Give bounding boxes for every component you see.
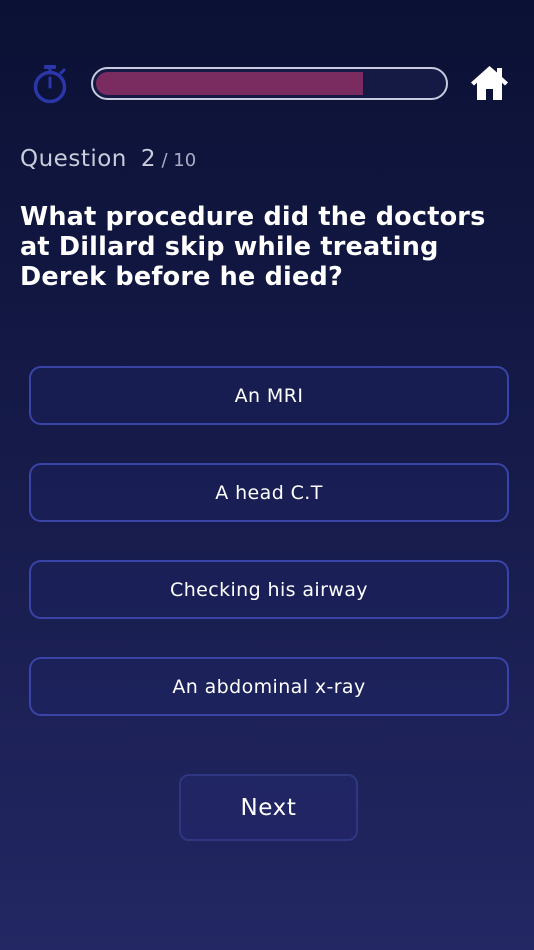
- question-label: Question: [20, 146, 127, 172]
- next-button[interactable]: Next: [179, 774, 358, 841]
- answer-button-3[interactable]: Checking his airway: [29, 560, 509, 619]
- progress-bar-fill: [96, 72, 364, 95]
- top-bar: [0, 0, 534, 170]
- question-text: What procedure did the doctors at Dillar…: [20, 202, 486, 292]
- answer-button-1[interactable]: An MRI: [29, 366, 509, 425]
- question-total: / 10: [161, 150, 197, 171]
- progress-bar: [91, 67, 448, 100]
- question-counter: Question 2 / 10: [20, 146, 196, 178]
- answer-button-4[interactable]: An abdominal x-ray: [29, 657, 509, 716]
- answer-list: An MRI A head C.T Checking his airway An…: [29, 366, 509, 754]
- home-icon[interactable]: [469, 63, 510, 103]
- answer-button-2[interactable]: A head C.T: [29, 463, 509, 522]
- question-number: 2: [140, 146, 156, 172]
- stopwatch-icon: [33, 65, 67, 104]
